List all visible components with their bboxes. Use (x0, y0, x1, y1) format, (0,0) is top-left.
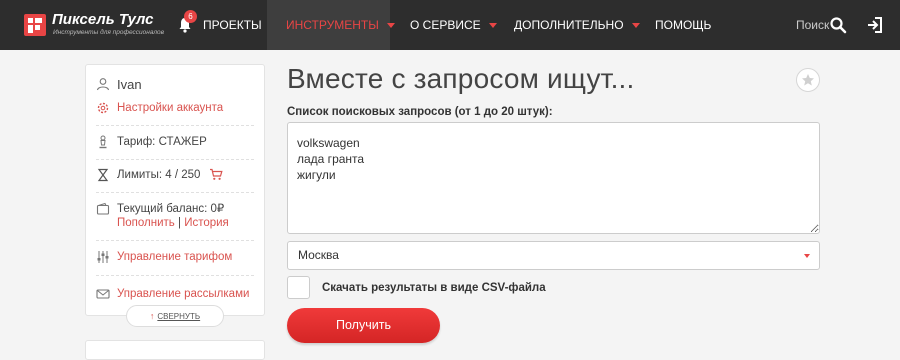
nav-help[interactable]: ПОМОЩЬ (655, 0, 711, 50)
envelope-icon (96, 289, 110, 299)
queries-textarea[interactable] (287, 122, 820, 234)
logo-subtitle: Инструменты для профессионалов (53, 29, 165, 36)
nav-projects[interactable]: ПРОЕКТЫ (203, 0, 262, 50)
cart-icon[interactable] (209, 168, 223, 181)
nav-extra[interactable]: ДОПОЛНИТЕЛЬНО (514, 0, 640, 50)
username: Ivan (117, 77, 142, 92)
chevron-down-icon (488, 23, 497, 29)
chevron-down-icon (631, 23, 640, 29)
logo-mark-icon (24, 14, 46, 36)
balance-actions: Пополнить | История (117, 216, 229, 231)
star-icon (802, 74, 814, 86)
secondary-sidebar-panel (85, 340, 265, 360)
region-value: Москва (298, 248, 339, 262)
page-title: Вместе с запросом ищут... (287, 63, 635, 94)
chess-piece-icon (99, 135, 107, 149)
queries-label: Список поисковых запросов (от 1 до 20 шт… (287, 106, 553, 118)
logo-title: Пиксель Тулс (52, 11, 154, 28)
logo[interactable]: Пиксель Тулс Инструменты для профессиона… (22, 8, 172, 42)
chevron-down-icon (386, 23, 395, 29)
nav-tools-label: ИНСТРУМЕНТЫ (286, 18, 379, 32)
top-navbar: Пиксель Тулс Инструменты для профессиона… (0, 0, 900, 50)
manage-tariff-link[interactable]: Управление тарифом (117, 250, 232, 265)
nav-projects-label: ПРОЕКТЫ (203, 18, 262, 32)
user-icon (96, 78, 110, 91)
divider (96, 192, 254, 193)
account-sidebar: Ivan Настройки аккаунта Тариф: СТАЖЕР Ли… (85, 64, 265, 327)
divider (96, 159, 254, 160)
topup-link[interactable]: Пополнить (117, 217, 175, 229)
submit-button[interactable]: Получить (287, 308, 440, 343)
hourglass-icon (97, 168, 109, 182)
favorite-button[interactable] (796, 68, 820, 92)
gear-icon (97, 102, 109, 114)
chevron-down-icon (804, 254, 810, 258)
collapse-label: СВЕРНУТЬ (157, 312, 201, 321)
limits-text: Лимиты: 4 / 250 (117, 169, 201, 181)
csv-checkbox-label[interactable]: Скачать результаты в виде CSV-файла (322, 282, 546, 294)
arrow-up-icon: ↑ (149, 311, 155, 321)
nav-about[interactable]: О СЕРВИСЕ (410, 0, 497, 50)
divider (96, 240, 254, 241)
search-label[interactable]: Поиск (796, 0, 829, 50)
logout-icon[interactable] (866, 16, 884, 34)
link-separator: | (177, 217, 181, 229)
sliders-icon (97, 251, 109, 263)
divider (96, 275, 254, 276)
wallet-icon (96, 202, 110, 215)
nav-help-label: ПОМОЩЬ (655, 18, 712, 32)
region-select[interactable]: Москва (287, 241, 820, 270)
notification-badge: 6 (184, 10, 197, 23)
csv-checkbox[interactable] (287, 276, 310, 299)
nav-tools[interactable]: ИНСТРУМЕНТЫ (267, 0, 395, 50)
tariff-text: Тариф: СТАЖЕР (117, 136, 207, 148)
account-settings-link[interactable]: Настройки аккаунта (117, 101, 223, 116)
search-icon[interactable] (829, 16, 847, 34)
nav-about-label: О СЕРВИСЕ (410, 18, 481, 32)
collapse-button[interactable]: ↑ СВЕРНУТЬ (126, 305, 224, 327)
manage-mailings-link[interactable]: Управление рассылками (117, 287, 249, 302)
divider (96, 125, 254, 126)
nav-extra-label: ДОПОЛНИТЕЛЬНО (514, 18, 624, 32)
balance-text: Текущий баланс: 0₽ (117, 203, 225, 215)
history-link[interactable]: История (184, 217, 229, 229)
